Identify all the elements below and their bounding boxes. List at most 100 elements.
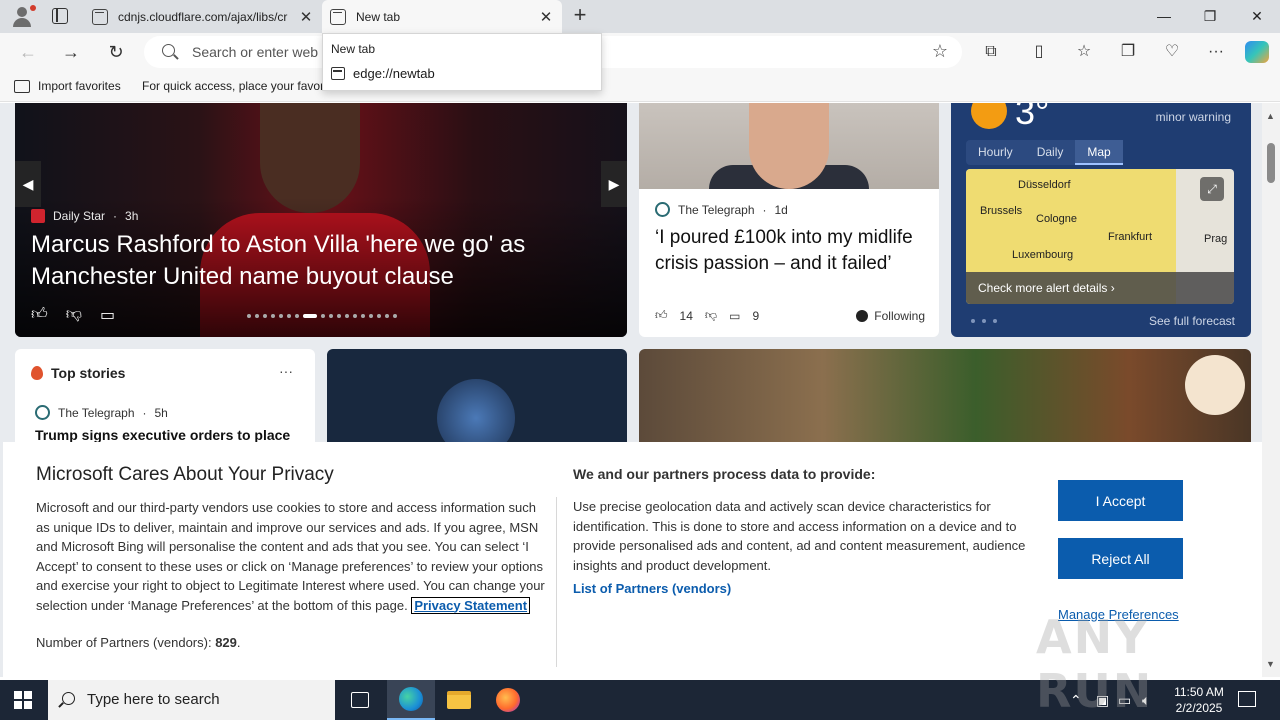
story-headline[interactable]: Trump signs executive orders to place: [35, 427, 290, 443]
close-window-button[interactable]: ✕: [1234, 0, 1280, 33]
favorites-icon[interactable]: ☆: [1072, 41, 1096, 63]
scroll-thumb[interactable]: [1267, 143, 1275, 183]
split-screen-icon[interactable]: ▯: [1027, 41, 1051, 63]
news-headline[interactable]: ‘I poured £100k into my midlife crisis p…: [655, 225, 927, 277]
maximize-button[interactable]: ❐: [1187, 0, 1233, 33]
carousel-next-icon[interactable]: ▶: [601, 161, 627, 207]
taskbar-search-input[interactable]: [87, 691, 317, 708]
story-source: The Telegraph · 5h: [35, 405, 168, 420]
browser-essentials-icon[interactable]: ♡: [1160, 41, 1184, 63]
taskbar-search[interactable]: [48, 680, 335, 720]
minimize-button[interactable]: —: [1141, 0, 1187, 33]
dislike-icon[interactable]: 👎︎: [705, 308, 717, 323]
hero-headline[interactable]: Marcus Rashford to Aston Villa 'here we …: [31, 229, 591, 293]
windows-start-icon[interactable]: [14, 691, 32, 709]
map-label: Cologne: [1036, 213, 1077, 225]
weather-card[interactable]: 3° minor warning Hourly Daily Map Düssel…: [951, 103, 1251, 337]
tab-actions-icon[interactable]: [52, 8, 68, 24]
copilot-icon[interactable]: [1245, 41, 1269, 63]
comment-icon[interactable]: ▭: [729, 309, 740, 323]
page-icon: [92, 8, 108, 25]
new-tab-button[interactable]: +: [570, 4, 590, 28]
telegraph-logo-icon: [655, 202, 670, 217]
expand-icon[interactable]: ⤢: [1200, 177, 1224, 201]
extensions-icon[interactable]: ⧉: [979, 41, 1003, 63]
folder-icon: [447, 691, 471, 709]
weather-warning[interactable]: minor warning: [1156, 110, 1231, 124]
sun-icon: [971, 103, 1007, 129]
tab-new-tab[interactable]: New tab ✕: [322, 0, 562, 33]
top-stories-header: Top stories: [31, 365, 125, 381]
tab-hourly[interactable]: Hourly: [966, 140, 1025, 165]
tab-cdnjs[interactable]: cdnjs.cloudflare.com/ajax/libs/cr ✕: [84, 0, 322, 33]
carousel-prev-icon[interactable]: ◀: [15, 161, 41, 207]
like-icon[interactable]: 👍︎: [31, 305, 48, 325]
toolbar: ← → ↻ ☆ ⧉ ▯ ☆ ❐ ♡ ···: [0, 33, 1280, 71]
forward-button[interactable]: →: [58, 40, 84, 64]
collections-icon[interactable]: ❐: [1116, 41, 1140, 63]
settings-more-icon[interactable]: ···: [1204, 41, 1228, 63]
scroll-up-icon[interactable]: ▲: [1266, 111, 1275, 121]
source-age: 5h: [154, 405, 168, 420]
hero-source: Daily Star · 3h: [31, 209, 138, 223]
comment-count: 9: [752, 308, 760, 323]
temperature: 3°: [1015, 103, 1050, 132]
reject-all-button[interactable]: Reject All: [1058, 538, 1183, 579]
source-age: 3h: [125, 209, 139, 223]
search-icon: [162, 44, 175, 57]
page-scrollbar[interactable]: ▲ ▼: [1262, 103, 1280, 677]
import-favorites-button[interactable]: Import favorites: [14, 79, 121, 93]
anyrun-watermark: ANY RUN: [1036, 610, 1154, 718]
hero-reactions: 👍︎ 👎︎ ▭: [31, 305, 115, 325]
taskbar-edge[interactable]: [387, 680, 435, 720]
accept-button[interactable]: I Accept: [1058, 480, 1183, 521]
vendors-list-link[interactable]: List of Partners (vendors): [573, 581, 731, 596]
hero-news-card[interactable]: ◀ ▶ Daily Star · 3h Marcus Rashford to A…: [15, 103, 627, 337]
task-view-button[interactable]: [336, 680, 384, 720]
map-label: Prag: [1204, 233, 1228, 245]
favorite-star-icon[interactable]: ☆: [932, 41, 948, 62]
tab-map[interactable]: Map: [1075, 140, 1123, 165]
following-button[interactable]: Following: [856, 309, 925, 323]
search-icon: [62, 692, 75, 705]
page-icon: [331, 67, 345, 80]
refresh-button[interactable]: ↻: [103, 40, 129, 64]
privacy-statement-link[interactable]: Privacy Statement: [411, 596, 531, 614]
news-card[interactable]: The Telegraph · 1d ‘I poured £100k into …: [639, 103, 939, 337]
back-button[interactable]: ←: [15, 40, 41, 64]
source-age: 1d: [774, 202, 788, 217]
suggestion-text: edge://newtab: [353, 66, 435, 81]
weather-map[interactable]: Düsseldorf Brussels Cologne Frankfurt Lu…: [966, 169, 1234, 304]
separator: ·: [113, 209, 118, 223]
weather-dots: [971, 319, 997, 323]
taskbar-file-explorer[interactable]: [435, 680, 483, 720]
like-icon[interactable]: 👍︎: [655, 308, 668, 323]
taskbar-firefox[interactable]: [484, 680, 532, 720]
data-processing-body: Use precise geolocation data and activel…: [573, 499, 1026, 573]
full-forecast-link[interactable]: See full forecast: [1149, 314, 1235, 328]
omnibox-dropdown: New tab edge://newtab: [322, 33, 602, 91]
source-name: The Telegraph: [58, 405, 135, 420]
dislike-icon[interactable]: 👎︎: [66, 305, 82, 325]
tab-daily[interactable]: Daily: [1025, 140, 1076, 165]
tab-title: cdnjs.cloudflare.com/ajax/libs/cr: [118, 9, 288, 24]
edge-icon: [399, 687, 423, 711]
alert-details-link[interactable]: Check more alert details ›: [966, 272, 1234, 304]
tab-title: New tab: [356, 9, 401, 24]
profile-icon[interactable]: [10, 5, 36, 27]
comment-icon[interactable]: ▭: [100, 305, 115, 325]
close-tab-icon[interactable]: ✕: [298, 8, 314, 26]
separator: ·: [142, 405, 147, 420]
import-icon: [14, 79, 30, 93]
top-stories-title: Top stories: [51, 365, 126, 381]
more-options-icon[interactable]: ···: [279, 363, 293, 379]
following-label: Following: [874, 308, 925, 323]
privacy-body: Microsoft and our third-party vendors us…: [36, 498, 546, 615]
chef-avatar-icon: [1185, 355, 1245, 415]
flame-icon: [31, 366, 43, 380]
suggestion-item[interactable]: edge://newtab: [331, 66, 435, 81]
close-tab-icon[interactable]: ✕: [538, 8, 554, 26]
map-label: Frankfurt: [1108, 231, 1153, 243]
divider: [556, 497, 557, 667]
news-stats: 👍︎ 14 👎︎ ▭ 9 Following: [655, 308, 925, 323]
